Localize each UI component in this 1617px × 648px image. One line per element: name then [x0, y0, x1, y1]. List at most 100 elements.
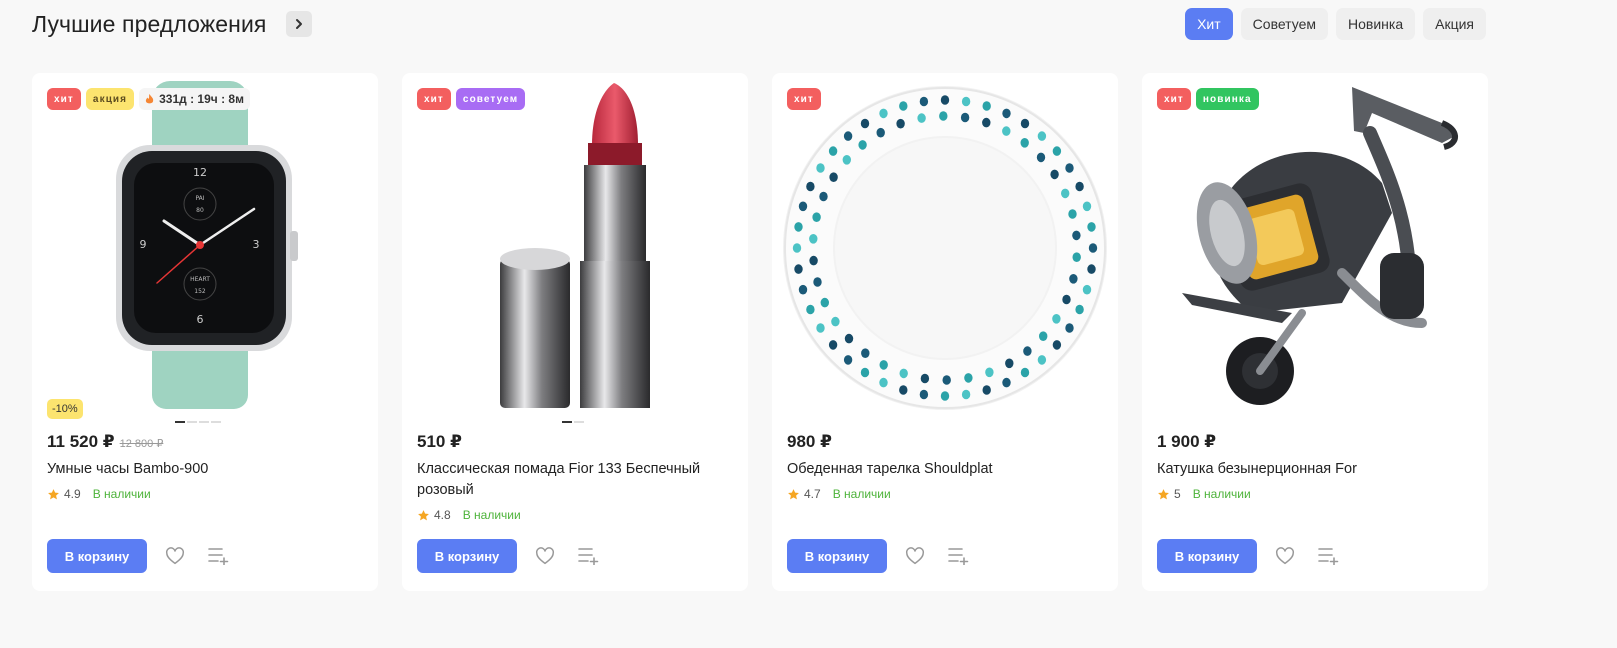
plate-dot [982, 101, 991, 111]
plate-dot [816, 323, 825, 333]
plate-dot [829, 172, 838, 182]
filter-tab-promo[interactable]: Акция [1423, 8, 1486, 40]
plate-dot [1075, 181, 1084, 192]
slider-dot[interactable] [574, 421, 584, 423]
image-slider-dots[interactable] [562, 421, 584, 423]
slider-dot[interactable] [187, 421, 197, 423]
watch-numeral-3: 3 [253, 238, 260, 251]
favorite-button[interactable] [163, 544, 187, 568]
product-image[interactable] [1142, 73, 1488, 418]
product-card[interactable]: хит новинка 1 900 ₽ Катушка безынерционн… [1142, 73, 1488, 591]
slider-dot[interactable] [199, 421, 209, 423]
product-badges: хит акция 331д : 19ч : 8м [47, 88, 250, 110]
product-old-price: 12 800 ₽ [119, 438, 164, 450]
star-icon [48, 488, 59, 499]
plate-dot [982, 117, 991, 128]
fishing-reel-icon [1182, 87, 1458, 405]
plate-dot [876, 127, 885, 138]
product-image[interactable] [402, 73, 748, 418]
filter-tab-recommended[interactable]: Советуем [1240, 8, 1328, 40]
add-to-cart-button[interactable]: В корзину [417, 539, 517, 573]
add-to-cart-button[interactable]: В корзину [787, 539, 887, 573]
plate-dot [1037, 131, 1047, 141]
watch-pai-value: 80 [196, 207, 204, 214]
product-name[interactable]: Классическая помада Fior 133 Беспечный р… [417, 459, 737, 501]
plate-dot [920, 373, 930, 384]
plate-dot [1050, 169, 1059, 180]
product-card[interactable]: хит советуем 510 ₽ Классическая помада F… [402, 73, 748, 591]
stock-status: В наличии [462, 508, 521, 522]
plate-dot [1002, 126, 1011, 136]
compare-button[interactable] [947, 544, 971, 568]
product-image[interactable] [772, 73, 1118, 418]
product-badges: хит новинка [1157, 88, 1259, 110]
slider-dot[interactable] [211, 421, 221, 423]
card-actions: В корзину [47, 539, 231, 573]
watch-pai-label: PAI [195, 195, 204, 202]
badge-hit: хит [787, 88, 821, 110]
product-name[interactable]: Обеденная тарелка Shouldplat [787, 459, 1107, 480]
badge-hit: хит [47, 88, 81, 110]
plate-dot [819, 191, 828, 202]
slider-dot[interactable] [562, 421, 572, 423]
slider-dot[interactable] [175, 421, 185, 423]
plate-dot [1072, 230, 1081, 241]
compare-button[interactable] [577, 544, 601, 568]
product-image[interactable]: 12 6 9 3 PAI 80 HEART 152 [32, 73, 378, 418]
add-to-cart-button[interactable]: В корзину [47, 539, 147, 573]
product-name[interactable]: Умные часы Bambo-900 [47, 459, 367, 480]
plate-dot [961, 96, 971, 107]
section-arrow-button[interactable] [286, 11, 313, 37]
watch-heart-value: 152 [194, 288, 206, 295]
product-card[interactable]: хит 980 ₽ Обеденная тарелка Shouldplat 4… [772, 73, 1118, 591]
plate-dot [1037, 355, 1047, 365]
plate-dot [1065, 323, 1074, 333]
image-slider-dots[interactable] [175, 421, 221, 423]
plate-dot [816, 163, 825, 173]
badge-hit: хит [417, 88, 451, 110]
plate-dot [960, 112, 970, 123]
plate-dot [1052, 314, 1061, 324]
badge-new: новинка [1195, 88, 1259, 110]
product-list: 12 6 9 3 PAI 80 HEART 152 хит акция 331д… [32, 73, 1488, 591]
plate-dot [940, 95, 950, 105]
product-badges: хит советуем [417, 88, 526, 110]
badge-recommended: советуем [455, 88, 526, 110]
favorite-button[interactable] [1273, 544, 1297, 568]
plate-dot [798, 201, 808, 212]
compare-button[interactable] [207, 544, 231, 568]
favorite-button[interactable] [903, 544, 927, 568]
product-name[interactable]: Катушка безынерционная For [1157, 459, 1477, 480]
star-icon [1158, 488, 1169, 499]
rating-value: 4.9 [64, 487, 81, 501]
rating-value: 4.8 [434, 508, 451, 522]
compare-button[interactable] [1317, 544, 1341, 568]
plate-dot [798, 284, 808, 295]
add-to-cart-button[interactable]: В корзину [1157, 539, 1257, 573]
rating-value: 5 [1174, 487, 1181, 501]
plate-dot [1087, 264, 1096, 274]
plate-dot [1020, 118, 1030, 129]
filter-tab-new[interactable]: Новинка [1336, 8, 1416, 40]
product-price: 1 900 ₽ [1157, 432, 1217, 451]
heart-icon [536, 547, 554, 565]
chevron-right-icon [296, 19, 303, 29]
plate-dot [879, 108, 888, 119]
stock-status: В наличии [1192, 487, 1251, 501]
compare-list-icon [948, 548, 969, 565]
plate-dot [1082, 201, 1092, 212]
plate-dot [1069, 274, 1078, 284]
favorite-button[interactable] [533, 544, 557, 568]
plate-dot [809, 255, 818, 266]
section-header: Лучшие предложения Хит Советуем Новинка … [32, 8, 1486, 40]
stock-status: В наличии [92, 487, 151, 501]
plate-dot [899, 368, 908, 379]
product-rating: 4.9 В наличии [47, 487, 151, 501]
product-rating: 4.7 В наличии [787, 487, 891, 501]
plate-dot [860, 367, 870, 378]
price-row: 1 900 ₽ [1157, 432, 1216, 452]
product-card[interactable]: 12 6 9 3 PAI 80 HEART 152 хит акция 331д… [32, 73, 378, 591]
heart-icon [166, 547, 184, 565]
filter-tab-hit[interactable]: Хит [1185, 8, 1233, 40]
product-price: 980 ₽ [787, 432, 832, 451]
